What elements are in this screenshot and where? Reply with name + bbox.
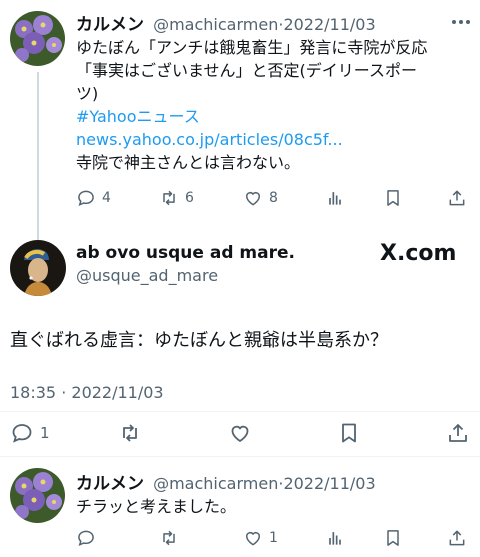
avatar[interactable] [10, 468, 65, 523]
flower-avatar-image [10, 468, 65, 523]
xcom-watermark: X.com [380, 241, 457, 266]
bookmark-button[interactable] [383, 528, 403, 548]
retweet-count: 6 [185, 190, 194, 206]
display-name[interactable]: ab ovo usque ad mare. [76, 243, 295, 263]
like-button[interactable] [228, 421, 252, 445]
bookmark-icon [387, 190, 399, 206]
retweet-icon [163, 190, 175, 206]
share-icon [449, 190, 465, 206]
like-count: 8 [269, 190, 278, 206]
handle[interactable]: @machicarmen [153, 474, 278, 493]
handle[interactable]: @usque_ad_mare [76, 266, 295, 285]
tweet-time: 18:35 [10, 383, 57, 402]
tweet-header: カルメン @machicarmen·2022/11/03 [76, 469, 376, 494]
bookmark-icon [387, 530, 399, 546]
flower-avatar-image [10, 11, 65, 66]
display-name[interactable]: カルメン [76, 474, 144, 494]
analytics-icon [329, 192, 341, 205]
share-button[interactable] [447, 528, 467, 548]
handle[interactable]: @machicarmen [153, 15, 278, 34]
like-count: 1 [269, 530, 278, 546]
avatar[interactable] [10, 11, 65, 66]
bookmark-button[interactable] [337, 421, 361, 445]
tweet-date: 2022/11/03 [71, 383, 164, 402]
separator: · [61, 383, 67, 402]
views-button[interactable] [325, 528, 345, 548]
tweet-date[interactable]: 2022/11/03 [283, 15, 375, 34]
divider [0, 411, 480, 412]
more-options-icon[interactable] [452, 20, 470, 24]
heart-icon [231, 425, 249, 443]
hashtag-link[interactable]: #Yahooニュース [76, 105, 427, 128]
reply-icon [12, 424, 32, 443]
reply-icon [78, 530, 94, 546]
display-name[interactable]: カルメン [76, 15, 144, 35]
heart-icon [246, 532, 260, 546]
share-icon [449, 530, 465, 546]
views-button[interactable] [325, 188, 345, 208]
divider [0, 456, 480, 457]
tweet-text: 直ぐばれる虚言：ゆたぼんと親爺は半島系か？ [10, 330, 388, 351]
bookmark-button[interactable] [383, 188, 403, 208]
reply-count: 1 [40, 424, 50, 442]
tweet-text-line: ツ) [76, 84, 99, 103]
tweet-comment: 寺院で神主さんとは言わない。 [76, 153, 301, 172]
reply-button[interactable]: 4 [76, 188, 111, 208]
share-icon [449, 424, 467, 442]
tweet-timestamp[interactable]: 18:35 · 2022/11/03 [10, 383, 164, 402]
article-link[interactable]: news.yahoo.co.jp/articles/08c5f... [76, 128, 427, 151]
tweet-header: カルメン @machicarmen·2022/11/03 [76, 10, 376, 35]
retweet-icon [163, 530, 175, 546]
share-button[interactable] [447, 188, 467, 208]
portrait-avatar-image [10, 240, 66, 296]
avatar[interactable] [10, 240, 66, 296]
thread-line [37, 72, 39, 240]
analytics-icon [329, 532, 341, 545]
bookmark-icon [342, 423, 356, 443]
retweet-icon [123, 424, 137, 442]
reply-button[interactable]: 1 [10, 421, 50, 445]
retweet-button[interactable]: 6 [159, 188, 194, 208]
retweet-button[interactable] [118, 421, 142, 445]
tweet-body: ゆたぼん「アンチは餓鬼畜生」発言に寺院が反応 「事実はございません」と否定(デイ… [76, 36, 427, 174]
tweet-date[interactable]: 2022/11/03 [283, 474, 375, 493]
tweet-text: チラッと考えました。 [76, 497, 237, 516]
heart-icon [246, 192, 260, 206]
reply-count: 4 [102, 190, 111, 206]
reply-icon [78, 190, 94, 206]
retweet-button[interactable] [159, 528, 179, 548]
like-button[interactable]: 8 [243, 188, 278, 208]
tweet-header: ab ovo usque ad mare. @usque_ad_mare [76, 243, 295, 285]
tweet-text-line: ゆたぼん「アンチは餓鬼畜生」発言に寺院が反応 [76, 38, 428, 57]
reply-button[interactable] [76, 528, 96, 548]
tweet-text-line: 「事実はございません」と否定(デイリースポー [76, 61, 417, 80]
share-button[interactable] [446, 421, 470, 445]
like-button[interactable]: 1 [243, 528, 278, 548]
